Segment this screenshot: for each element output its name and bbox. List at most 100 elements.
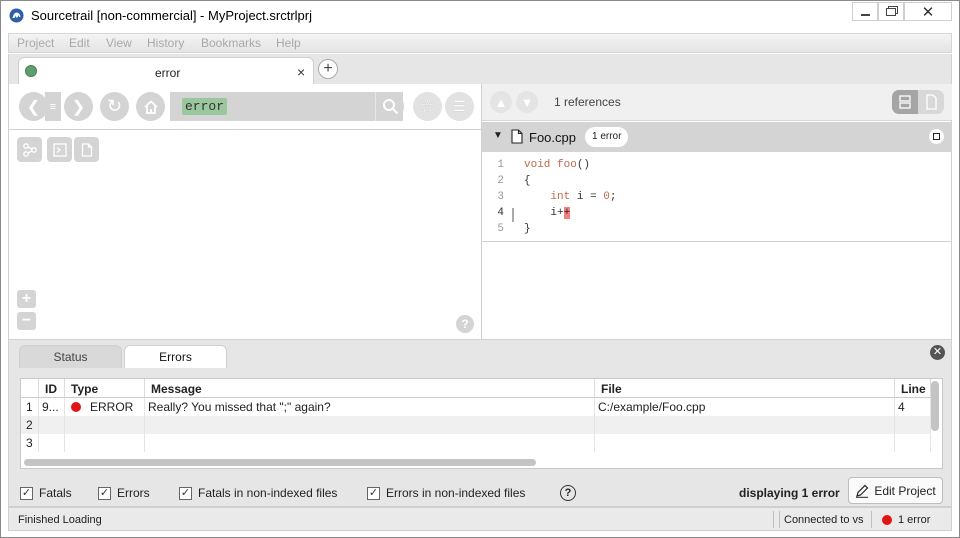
history-list-button[interactable]: ≡	[45, 92, 61, 121]
checkbox-checked-icon[interactable]: ✓	[98, 486, 111, 500]
tab-strip: error × +	[8, 54, 952, 85]
menu-help[interactable]: Help	[276, 36, 301, 50]
checkbox-checked-icon[interactable]: ✓	[367, 486, 380, 500]
plus-icon: +	[21, 290, 32, 307]
filter-errors[interactable]: ✓ Errors	[98, 486, 150, 500]
error-type-cell: ERROR	[65, 398, 145, 416]
tab-errors[interactable]: Errors	[124, 345, 227, 368]
code-text: i++	[524, 207, 571, 219]
column-header-file[interactable]: File	[595, 379, 895, 398]
table-cell	[595, 416, 895, 434]
column-header-type[interactable]: Type	[65, 379, 145, 398]
filter-fatals[interactable]: ✓ Fatals	[20, 486, 72, 500]
row-number-header	[21, 379, 39, 398]
menu-edit[interactable]: Edit	[69, 36, 90, 50]
error-location-highlight[interactable]: +	[563, 207, 571, 219]
menu-bookmarks[interactable]: Bookmarks	[201, 36, 261, 50]
status-message: Finished Loading	[18, 514, 102, 526]
snippet-view-toggle[interactable]	[892, 90, 918, 114]
line-number: 2	[497, 175, 504, 187]
edit-project-label: Edit Project	[874, 483, 936, 498]
zoom-out-button[interactable]: −	[17, 312, 36, 330]
menu-view[interactable]: View	[106, 36, 132, 50]
minimize-button[interactable]	[852, 2, 878, 21]
search-field[interactable]: error	[170, 92, 403, 121]
code-pane: ▲ ▼ 1 references ▼ Foo.cpp 1 error 1 voi…	[481, 84, 952, 339]
code-divider	[482, 241, 952, 242]
tab-status[interactable]: Status	[19, 345, 122, 368]
close-window-button[interactable]: ✕	[904, 2, 952, 21]
edit-project-button[interactable]: Edit Project	[848, 477, 943, 504]
chevron-left-icon: ❮	[26, 98, 41, 116]
refresh-icon: ↻	[106, 96, 123, 116]
table-cell	[39, 434, 65, 452]
home-button[interactable]	[136, 92, 165, 121]
back-button[interactable]: ❮	[19, 92, 48, 121]
zoom-in-button[interactable]: +	[17, 290, 36, 308]
forward-button[interactable]: ❯	[64, 92, 93, 121]
error-type-text: ERROR	[90, 400, 134, 414]
next-reference-button[interactable]: ▼	[516, 91, 538, 113]
graph-nodes-icon	[22, 142, 37, 157]
tab-close-icon[interactable]: ×	[297, 64, 305, 80]
menu-project[interactable]: Project	[17, 36, 54, 50]
filter-fatals-nonindexed[interactable]: ✓ Fatals in non-indexed files	[179, 486, 337, 500]
connection-status[interactable]: Connected to vs	[784, 514, 864, 526]
star-icon: ☆	[419, 96, 436, 116]
bookmark-button[interactable]: ☆	[413, 92, 442, 121]
table-row[interactable]: 2	[21, 416, 931, 434]
filter-errors-nonindexed[interactable]: ✓ Errors in non-indexed files	[367, 486, 525, 500]
search-button[interactable]	[375, 92, 404, 121]
errors-help-button[interactable]: ?	[560, 485, 576, 501]
refresh-button[interactable]: ↻	[100, 92, 129, 121]
code-text: }	[524, 223, 531, 235]
checkbox-checked-icon[interactable]: ✓	[179, 486, 192, 500]
maximize-icon	[933, 133, 940, 140]
code-line: 2 {	[482, 175, 952, 191]
filter-errors-label: Errors	[117, 486, 150, 500]
maximize-file-button[interactable]	[929, 129, 944, 144]
collapse-triangle-icon[interactable]: ▼	[493, 130, 503, 141]
status-bar: Finished Loading Connected to vs 1 error	[8, 507, 952, 531]
file-icon	[511, 129, 523, 144]
line-number: 1	[497, 159, 504, 171]
menu-bar: Project Edit View History Bookmarks Help	[8, 33, 952, 53]
file-view-button[interactable]	[74, 137, 99, 162]
menu-history[interactable]: History	[147, 36, 184, 50]
column-header-message[interactable]: Message	[145, 379, 595, 398]
filter-fatals-label: Fatals	[39, 486, 72, 500]
bookmark-manager-button[interactable]: ☰	[445, 92, 474, 121]
close-panel-button[interactable]: ✕	[930, 345, 945, 360]
single-file-view-toggle[interactable]	[918, 90, 944, 114]
references-bar: ▲ ▼ 1 references	[482, 84, 952, 121]
file-name[interactable]: Foo.cpp	[529, 130, 576, 145]
status-error-count[interactable]: 1 error	[898, 514, 930, 526]
snippet-list-icon	[899, 95, 911, 109]
code-line: 1 void foo()	[482, 159, 952, 175]
code-view-toggle	[892, 90, 944, 114]
add-tab-button[interactable]: +	[318, 59, 338, 79]
graph-help-button[interactable]: ?	[456, 315, 474, 333]
error-count-badge: 1 error	[585, 127, 629, 147]
minimize-icon	[860, 13, 870, 16]
file-header[interactable]: ▼ Foo.cpp 1 error	[482, 122, 952, 152]
graph-layout-button[interactable]	[17, 137, 42, 162]
horizontal-scrollbar[interactable]	[24, 459, 536, 466]
table-row[interactable]: 3	[21, 434, 931, 452]
code-view-button[interactable]	[47, 137, 72, 162]
vertical-scrollbar[interactable]	[931, 381, 939, 431]
tab-error[interactable]: error ×	[18, 57, 314, 85]
restore-button[interactable]	[878, 2, 904, 21]
column-header-id[interactable]: ID	[39, 379, 65, 398]
checkbox-checked-icon[interactable]: ✓	[20, 486, 33, 500]
file-icon	[926, 94, 937, 110]
column-header-line[interactable]: Line	[895, 379, 931, 398]
close-icon: ✕	[921, 3, 935, 21]
previous-reference-button[interactable]: ▲	[490, 91, 512, 113]
chevron-up-icon: ▲	[494, 94, 508, 110]
window-title: Sourcetrail [non-commercial] - MyProject…	[31, 8, 313, 23]
reference-count: 1 references	[554, 95, 621, 109]
graph-pane: ❮ ≡ ❯ ↻ error ☆ ☰	[8, 84, 481, 339]
chevron-down-icon: ▼	[520, 94, 534, 110]
table-row[interactable]: 1 9... ERROR Really? You missed that ";"…	[21, 398, 931, 416]
